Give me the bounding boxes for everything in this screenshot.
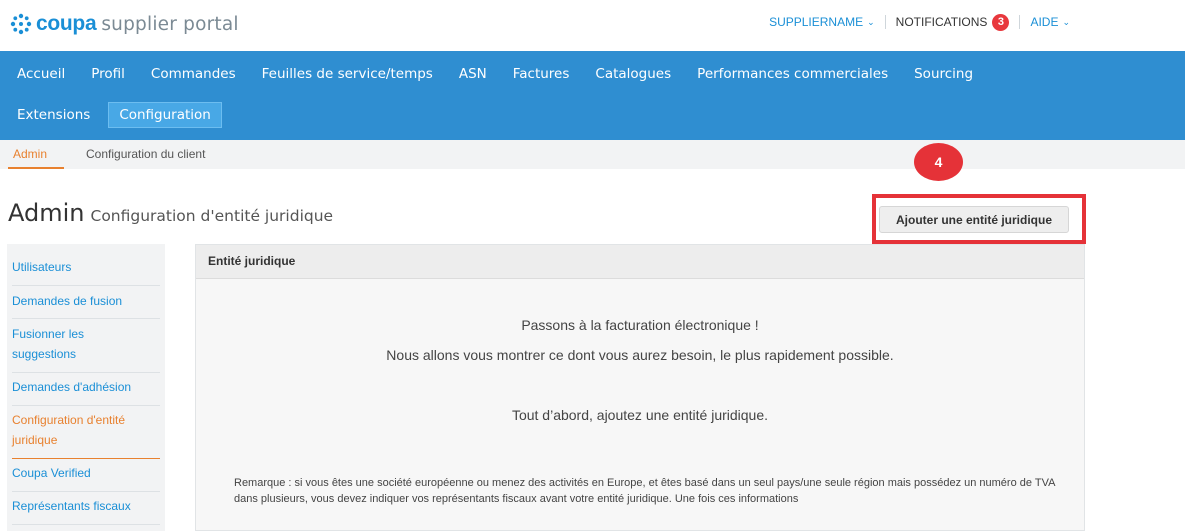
main-navigation: Accueil Profil Commandes Feuilles de ser… [0,51,1185,140]
coupa-logo[interactable]: coupa supplier portal [10,10,239,38]
intro-line-1: Passons à la facturation électronique ! [521,317,759,333]
divider [12,524,160,525]
intro-line-3: Tout d’abord, ajoutez une entité juridiq… [511,407,769,423]
notifications-link[interactable]: NOTIFICATIONS 3 [895,13,1010,31]
intro-line-2: Nous allons vous montrer ce dont vous au… [386,347,894,363]
sidebar-item-fusionner-line1[interactable]: Fusionner les [12,324,160,345]
nav-item-profil[interactable]: Profil [91,66,125,82]
legal-entity-panel: Entité juridique Passons à la facturatio… [195,244,1085,531]
nav-item-catalogues[interactable]: Catalogues [595,66,671,82]
divider [12,372,160,373]
supplier-name: SUPPLIERNAME [769,15,864,29]
subnav-tab-admin[interactable]: Admin [13,147,47,161]
divider [12,405,160,406]
chevron-down-icon: ⌄ [1062,16,1070,27]
top-utility-nav: SUPPLIERNAME ⌄ NOTIFICATIONS 3 AIDE ⌄ [769,12,1070,32]
admin-sidebar: Utilisateurs Demandes de fusion Fusionne… [7,244,165,531]
subnav-tab-client-config[interactable]: Configuration du client [86,147,205,161]
active-tab-indicator [8,167,64,169]
sidebar-item-utilisateurs[interactable]: Utilisateurs [12,257,160,278]
sub-navigation: Admin Configuration du client [0,140,1185,169]
nav-item-feuilles-de-service[interactable]: Feuilles de service/temps [262,66,433,82]
page-subtitle: Configuration d'entité juridique [90,207,334,225]
sidebar-item-representants-fiscaux[interactable]: Représentants fiscaux [12,496,160,517]
divider [884,15,886,29]
help-menu[interactable]: AIDE ⌄ [1030,15,1070,29]
page-title-main: Admin [8,199,85,227]
eu-note-text: Remarque : si vous êtes une société euro… [234,477,1055,505]
divider [12,285,160,286]
logo-brand-text: coupa [36,12,97,35]
top-header: coupa supplier portal SUPPLIERNAME ⌄ NOT… [0,0,1185,51]
logo-portal-text: supplier portal [101,13,239,35]
sidebar-item-demandes-adhesion[interactable]: Demandes d'adhésion [12,377,160,398]
nav-item-extensions[interactable]: Extensions [17,107,90,123]
nav-item-asn[interactable]: ASN [459,66,487,82]
supplier-menu[interactable]: SUPPLIERNAME ⌄ [769,15,875,29]
sidebar-item-config-entite-line2[interactable]: juridique [12,430,160,451]
divider [1019,15,1021,29]
sidebar-item-fusionner-line2[interactable]: suggestions [12,344,160,365]
nav-item-factures[interactable]: Factures [513,66,570,82]
nav-item-performances-commerciales[interactable]: Performances commerciales [697,66,888,82]
panel-header-title: Entité juridique [208,254,296,268]
coupa-logo-icon [10,13,32,35]
help-label: AIDE [1030,15,1059,29]
nav-item-commandes[interactable]: Commandes [151,66,236,82]
sidebar-item-coupa-verified[interactable]: Coupa Verified [12,463,160,484]
page-title: Admin Configuration d'entité juridique [8,199,333,227]
chevron-down-icon: ⌄ [867,16,875,27]
notifications-label: NOTIFICATIONS [895,15,988,29]
add-legal-entity-button[interactable]: Ajouter une entité juridique [879,206,1069,233]
sidebar-item-config-entite-line1[interactable]: Configuration d'entité [12,410,160,431]
nav-row-2: Extensions Configuration [17,101,248,129]
step-number-badge: 4 [914,143,963,181]
nav-item-configuration[interactable]: Configuration [108,102,222,128]
panel-header: Entité juridique [196,245,1084,279]
notifications-count-badge: 3 [992,13,1010,31]
divider [12,491,160,492]
nav-row-1: Accueil Profil Commandes Feuilles de ser… [17,61,999,87]
nav-item-sourcing[interactable]: Sourcing [914,66,973,82]
nav-item-accueil[interactable]: Accueil [17,66,65,82]
divider [12,318,160,319]
sidebar-item-demandes-de-fusion[interactable]: Demandes de fusion [12,291,160,312]
active-item-indicator [12,458,160,459]
